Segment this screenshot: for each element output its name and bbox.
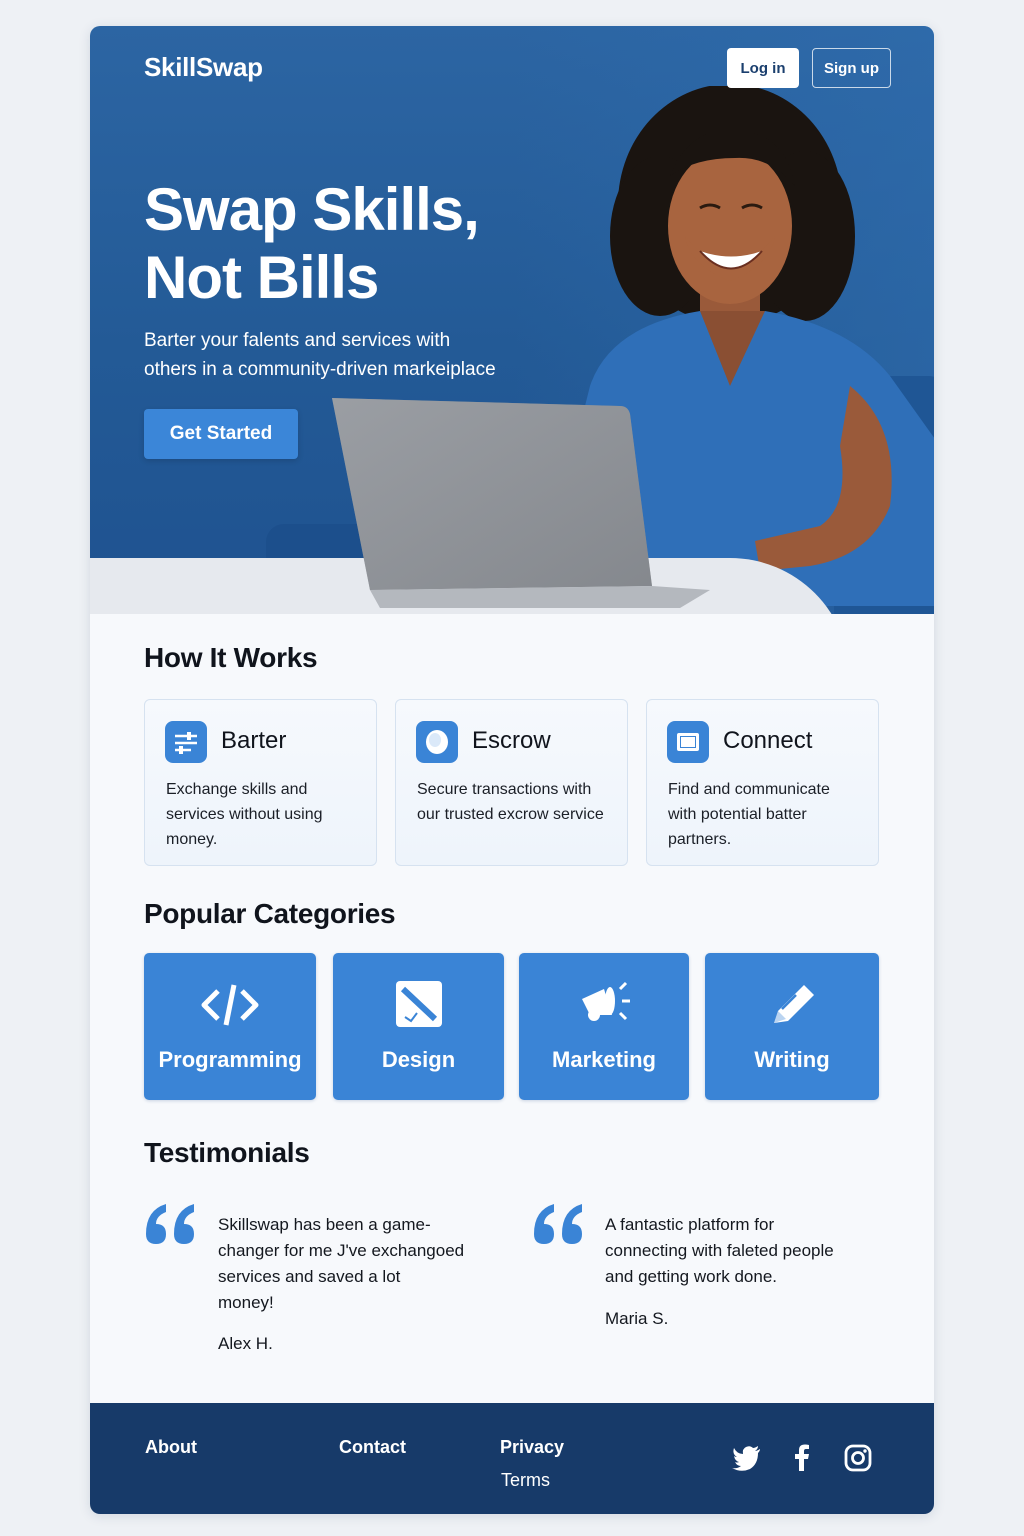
- pen-design-icon: [395, 981, 442, 1027]
- quote-line: connecting with faleted people: [605, 1241, 834, 1260]
- escrow-shield-icon: [416, 721, 458, 763]
- testimonials-title: Testimonials: [144, 1137, 310, 1168]
- footer-link-contact[interactable]: Contact: [339, 1437, 406, 1458]
- testimonial-text: A fantastic platform for connecting with…: [605, 1212, 885, 1290]
- how-card-title: Escrow: [472, 727, 551, 754]
- twitter-icon[interactable]: [732, 1443, 762, 1473]
- testimonial-author: Alex H.: [218, 1334, 273, 1353]
- hero-section: SkillSwap Log in Sign up Swap Skills, No…: [90, 26, 934, 614]
- hero-subtitle-line: others in a community-driven markeiplace: [144, 359, 496, 380]
- how-card-description: Exchange skills and services without usi…: [166, 777, 366, 852]
- desc-line: services without using: [166, 806, 323, 823]
- signup-button[interactable]: Sign up: [812, 48, 891, 88]
- category-marketing[interactable]: Marketing: [519, 953, 689, 1100]
- megaphone-icon: [582, 981, 630, 1021]
- desc-line: our trusted excrow service: [417, 806, 604, 823]
- category-writing[interactable]: Writing: [705, 953, 879, 1100]
- brand-logo[interactable]: SkillSwap: [144, 52, 263, 83]
- how-card-description: Secure transactions with our trusted exc…: [417, 777, 617, 827]
- how-card-connect: Connect Find and communicate with potent…: [646, 699, 879, 866]
- quote-line: A fantastic platform for: [605, 1215, 775, 1234]
- desc-line: money.: [166, 831, 218, 848]
- footer: About Contact Privacy Terms: [90, 1403, 934, 1514]
- how-card-description: Find and communicate with potential batt…: [668, 777, 868, 852]
- category-label: Marketing: [552, 1047, 656, 1072]
- code-icon: [201, 984, 259, 1026]
- desc-line: partners.: [668, 831, 732, 848]
- pencil-icon: [774, 985, 814, 1023]
- footer-link-privacy[interactable]: Privacy: [500, 1437, 564, 1458]
- how-card-escrow: Escrow Secure transactions with our trus…: [395, 699, 628, 866]
- footer-link-about[interactable]: About: [145, 1437, 197, 1458]
- footer-link-terms[interactable]: Terms: [501, 1470, 550, 1491]
- quote-line: Skillswap has been a game-: [218, 1215, 431, 1234]
- quote-icon: [146, 1204, 194, 1244]
- quote-line: money!: [218, 1293, 274, 1312]
- category-label: Writing: [754, 1047, 830, 1072]
- testimonial-author: Maria S.: [605, 1309, 669, 1328]
- quote-icon: [534, 1204, 582, 1244]
- hero-title: Swap Skills, Not Bills: [144, 176, 564, 312]
- get-started-button[interactable]: Get Started: [144, 409, 298, 459]
- category-programming[interactable]: Programming: [144, 953, 316, 1100]
- facebook-icon[interactable]: [787, 1443, 817, 1473]
- quote-line: services and saved a lot: [218, 1267, 401, 1286]
- instagram-icon[interactable]: [843, 1443, 873, 1473]
- category-design[interactable]: Design: [333, 953, 504, 1100]
- popular-categories-title: Popular Categories: [144, 898, 396, 929]
- hero-subtitle: Barter your falents and services with ot…: [144, 326, 544, 384]
- category-label: Programming: [158, 1047, 302, 1072]
- desc-line: Exchange skills and: [166, 781, 308, 798]
- category-label: Design: [381, 1047, 456, 1072]
- hero-subtitle-line: Barter your falents and services with: [144, 330, 451, 351]
- landing-page: SkillSwap Log in Sign up Swap Skills, No…: [90, 26, 934, 1514]
- hero-title-line: Not Bills: [144, 244, 379, 311]
- barter-sliders-icon: [165, 721, 207, 763]
- laptop-image: [332, 398, 710, 608]
- quote-line: and getting work done.: [605, 1267, 778, 1286]
- how-card-title: Connect: [723, 727, 813, 754]
- quote-line: changer for me J've exchangoed: [218, 1241, 465, 1260]
- testimonial-text: Skillswap has been a game- changer for m…: [218, 1212, 508, 1316]
- desc-line: with potential batter: [668, 806, 807, 823]
- desc-line: Secure transactions with: [417, 781, 592, 798]
- how-card-title: Barter: [221, 727, 287, 754]
- desc-line: Find and communicate: [668, 781, 830, 798]
- connect-window-icon: [667, 721, 709, 763]
- hero-title-line: Swap Skills,: [144, 176, 480, 243]
- how-it-works-title: How It Works: [144, 642, 318, 673]
- login-button[interactable]: Log in: [727, 48, 799, 88]
- how-card-barter: Barter Exchange skills and services with…: [144, 699, 377, 866]
